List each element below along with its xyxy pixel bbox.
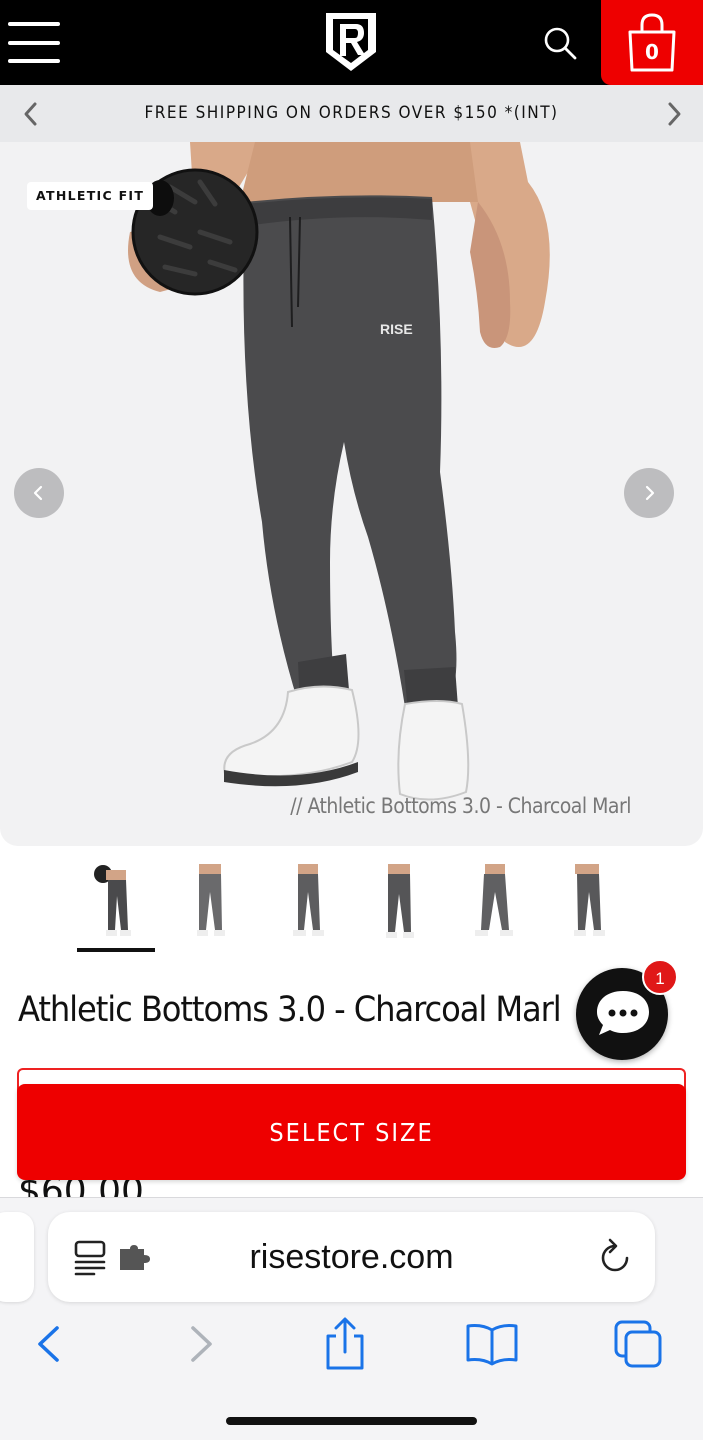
address-bar[interactable]: risestore.com	[48, 1212, 655, 1302]
select-size-button[interactable]: SELECT SIZE	[17, 1084, 686, 1180]
thumbnail-1[interactable]	[77, 860, 155, 944]
chevron-right-icon[interactable]	[659, 99, 689, 129]
thumbnail-2[interactable]	[171, 860, 249, 944]
chevron-right-icon	[645, 485, 655, 501]
tabs-icon[interactable]	[610, 1316, 666, 1372]
product-title: Athletic Bottoms 3.0 - Charcoal Marl	[18, 990, 562, 1030]
promo-text: FREE SHIPPING ON ORDERS OVER $150 *(INT)	[144, 103, 559, 123]
pants-logo: RISE	[380, 321, 413, 337]
chevron-left-icon[interactable]	[16, 99, 46, 129]
image-prev-button[interactable]	[14, 468, 64, 518]
thumbnail-4[interactable]	[360, 860, 438, 944]
site-header: 0	[0, 0, 703, 85]
thumbnail-3[interactable]	[268, 860, 346, 944]
image-next-button[interactable]	[624, 468, 674, 518]
share-icon[interactable]	[317, 1316, 373, 1372]
thumbnail-5[interactable]	[455, 860, 533, 944]
url-text: risestore.com	[249, 1238, 454, 1276]
previous-tab-preview[interactable]	[0, 1212, 34, 1302]
product-hero-image[interactable]: RISE ATHLETIC FIT // Athletic Bottoms 3.…	[0, 142, 703, 846]
thumbnail-6[interactable]	[549, 860, 627, 944]
back-icon[interactable]	[22, 1316, 78, 1372]
thumbnail-strip	[0, 856, 703, 956]
active-thumbnail-indicator	[77, 948, 155, 952]
search-icon[interactable]	[540, 24, 580, 64]
promo-bar: FREE SHIPPING ON ORDERS OVER $150 *(INT)	[0, 85, 703, 142]
browser-toolbar: risestore.com	[0, 1197, 703, 1440]
cart-button[interactable]: 0	[601, 0, 703, 85]
bookmarks-icon[interactable]	[464, 1316, 520, 1372]
reload-icon[interactable]	[597, 1238, 633, 1276]
chat-notification-badge: 1	[642, 959, 678, 995]
chat-bubble-icon	[597, 991, 649, 1035]
chevron-left-icon	[33, 485, 43, 501]
image-caption: // Athletic Bottoms 3.0 - Charcoal Marl	[290, 794, 631, 818]
fit-badge: ATHLETIC FIT	[27, 182, 154, 210]
product-photo: RISE	[128, 142, 550, 801]
cart-count: 0	[645, 40, 659, 64]
hamburger-menu-icon[interactable]	[8, 22, 60, 64]
home-indicator	[226, 1417, 477, 1425]
forward-icon[interactable]	[172, 1316, 228, 1372]
rise-logo[interactable]	[322, 10, 380, 74]
